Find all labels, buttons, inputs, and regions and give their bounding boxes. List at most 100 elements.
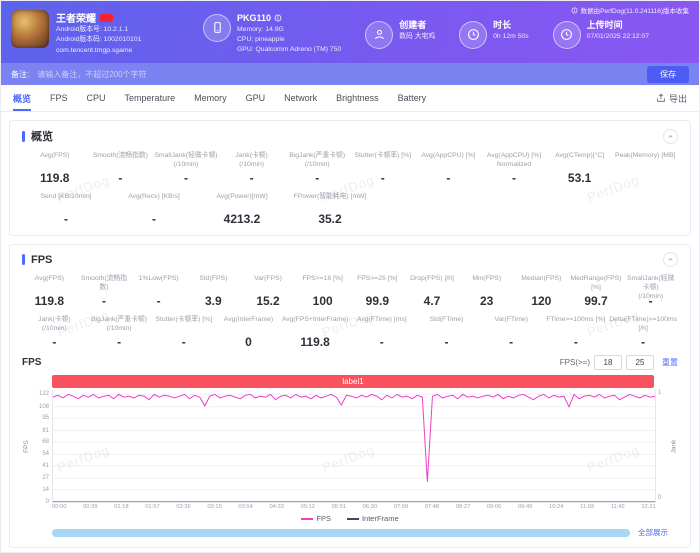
export-button[interactable]: 导出 — [656, 92, 687, 105]
metric-value: 119.8 — [23, 294, 76, 308]
metric: BigJank(严重卡顿) (/10min)- — [284, 152, 350, 185]
overview-metrics-row1: Avg(FPS)119.8Smooth(流畅指数)-SmallJank(轻微卡顿… — [22, 152, 678, 185]
legend-label: InterFrame — [362, 514, 399, 523]
overview-collapse-button[interactable] — [663, 129, 678, 144]
tab-CPU[interactable]: CPU — [87, 85, 106, 111]
selection-band: label1 — [52, 375, 654, 388]
metric-value: - — [350, 335, 413, 349]
metric: Avg(CTemp)[°C]53.1 — [547, 152, 613, 185]
y-axis-tick: 41 — [42, 463, 49, 469]
y-axis-ticks: 014274154688195108122 — [31, 390, 52, 502]
metric-value: - — [23, 335, 86, 349]
x-axis-ticks: 00:0000:3901:1801:5702:3603:1503:5404:33… — [52, 504, 656, 510]
metric-label: FPower(智能耗电) [mW] — [287, 193, 373, 210]
x-axis-tick: 06:30 — [363, 504, 378, 510]
metric: Std(FTime)- — [414, 316, 479, 349]
tab-Temperature[interactable]: Temperature — [125, 85, 176, 111]
header: 王者荣耀 Android版本号: 10.2.1.1 Android版本码: 10… — [1, 1, 699, 63]
selection-band-label: label1 — [342, 377, 363, 386]
x-axis-tick: 10:24 — [549, 504, 564, 510]
metric-label: Peak(Memory) [MB] — [613, 152, 677, 169]
metric-label: FTime>=100ms [%] — [545, 316, 608, 333]
right-axis-ticks: 01 — [656, 390, 669, 502]
metric-label: Var(FPS) — [242, 275, 295, 292]
tab-Battery[interactable]: Battery — [398, 85, 427, 111]
x-axis-tick: 07:09 — [394, 504, 409, 510]
device-name: PKG110 — [237, 11, 271, 25]
metric-label: Jank(卡顿) (/10min) — [220, 152, 284, 169]
metric-value: - — [480, 335, 543, 349]
export-label: 导出 — [669, 92, 687, 105]
upload-time-label: 上传时间 — [587, 18, 649, 32]
metric-value: - — [609, 335, 677, 349]
metric: Avg(InterFrame)0 — [216, 316, 281, 349]
fps-collapse-button[interactable] — [663, 252, 678, 267]
metric: Jank(卡顿) (/10min)- — [22, 316, 87, 349]
tab-Brightness[interactable]: Brightness — [336, 85, 379, 111]
note-input[interactable] — [35, 69, 641, 80]
upload-time-value: 07/01/2025 22:12:07 — [587, 32, 649, 42]
device-memory: Memory: 14.9G — [237, 25, 341, 35]
person-icon — [365, 21, 393, 49]
tab-Network[interactable]: Network — [284, 85, 317, 111]
chart-scrollbar[interactable] — [52, 529, 630, 537]
metric-value: - — [545, 335, 608, 349]
x-axis-tick: 11:03 — [580, 504, 594, 510]
metric-label: Send [KB/10min] — [23, 193, 109, 210]
legend-swatch — [347, 518, 359, 520]
collector-version-note: 数据由PerfDog(11.0.241116)版本收集 — [571, 5, 689, 15]
metric: Median(FPS)120 — [514, 275, 569, 308]
metric-label: Avg(InterFrame) — [217, 316, 280, 333]
tab-Memory[interactable]: Memory — [194, 85, 227, 111]
fps-threshold-input[interactable] — [594, 355, 622, 370]
legend-item[interactable]: InterFrame — [347, 514, 399, 523]
metric: FPower(智能耗电) [mW]35.2 — [286, 193, 374, 226]
fps-metrics-row1: Avg(FPS)119.8Smooth(流畅指数)-1%Low(FPS)-Std… — [22, 275, 678, 308]
overview-metrics-row2: Send [KB/10min]-Avg(Recv) [KB/s]-Avg(Pow… — [22, 193, 678, 226]
x-axis-tick: 09:45 — [518, 504, 533, 510]
metric-label: Avg(AppCPU) [%] Normalized — [482, 152, 546, 169]
fps-line-chart-plot[interactable] — [52, 390, 656, 503]
metric: SmallJank(轻微卡顿) (/10min)- — [623, 275, 678, 308]
y-axis-tick: 0 — [46, 499, 49, 505]
metric: Smooth(流畅指数)- — [77, 275, 132, 308]
y-axis-tick: 54 — [42, 451, 49, 457]
fps-threshold-controls: FPS(>=) 重置 — [560, 355, 678, 370]
app-info: 王者荣耀 Android版本号: 10.2.1.1 Android版本码: 10… — [11, 8, 179, 56]
right-axis-tick: 1 — [658, 390, 661, 396]
x-axis-tick: 08:27 — [456, 504, 471, 510]
show-all-link[interactable]: 全部展示 — [638, 527, 668, 538]
metric-value: 99.9 — [351, 294, 404, 308]
reset-link[interactable]: 重置 — [662, 357, 678, 368]
app-version-code: Android版本码: 1002010101 — [56, 35, 141, 45]
duration-info: 时长 0h 12m 50s — [459, 16, 529, 49]
metric: Avg(FTime) [ms]- — [349, 316, 414, 349]
fps-threshold-input[interactable] — [626, 355, 654, 370]
legend-item[interactable]: FPS — [301, 514, 331, 523]
metric-label: 1%Low(FPS) — [132, 275, 185, 292]
metric-value: - — [482, 171, 546, 185]
duration-meta: 时长 0h 12m 50s — [493, 18, 529, 43]
chart-scrollbar-handle[interactable] — [52, 529, 630, 537]
chevron-up-icon — [667, 256, 674, 263]
save-button[interactable]: 保存 — [647, 66, 689, 83]
metric-label: Delta(FTime)>=100ms [/h] — [609, 316, 677, 333]
metric-label: Avg(CTemp)[°C] — [548, 152, 612, 169]
device-meta: PKG110 Memory: 14.9G CPU: pineapple GPU:… — [237, 11, 341, 56]
creator-value: 数码 大宅鸡 — [399, 32, 435, 42]
tab-FPS[interactable]: FPS — [50, 85, 68, 111]
tab-概览[interactable]: 概览 — [13, 85, 31, 111]
upload-time-meta: 上传时间 07/01/2025 22:12:07 — [587, 18, 649, 43]
metric-value: 4.7 — [406, 294, 459, 308]
metric: FTime>=100ms [%] - — [544, 316, 609, 349]
metric-value: 120 — [515, 294, 568, 308]
metric-value: 99.7 — [570, 294, 623, 308]
metric-value: 119.8 — [282, 335, 349, 349]
metric-value: - — [152, 335, 215, 349]
fps-panel: FPS Avg(FPS)119.8Smooth(流畅指数)-1%Low(FPS)… — [9, 244, 691, 548]
tab-GPU[interactable]: GPU — [246, 85, 266, 111]
metric-label: Var(FTime) — [480, 316, 543, 333]
tab-bar: 概览 FPS CPU Temperature Memory GPU Network Brigh… — [1, 85, 699, 112]
y-axis-tick: 68 — [42, 439, 49, 445]
fps-chart-header: FPS FPS(>=) 重置 — [22, 355, 678, 370]
